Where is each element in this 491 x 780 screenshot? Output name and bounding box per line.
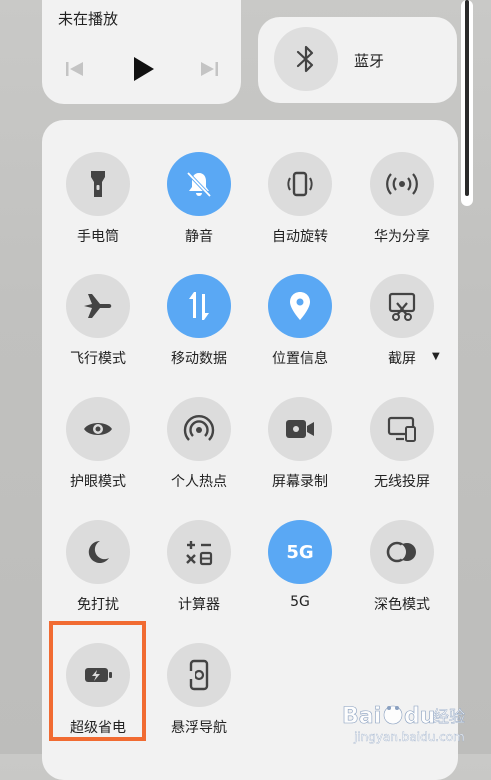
tile-label: 位置信息	[272, 351, 328, 367]
tile-auto-rotate[interactable]: 自动旋转	[255, 152, 345, 246]
next-track-button[interactable]	[194, 54, 224, 84]
tile-do-not-disturb[interactable]: 免打扰	[53, 520, 143, 614]
wireless-projection-toggle[interactable]	[370, 397, 434, 461]
hotspot-toggle[interactable]	[167, 397, 231, 461]
moon-icon	[88, 540, 109, 563]
tile-label: 移动数据	[171, 351, 227, 367]
svg-text:Bai: Bai	[342, 704, 381, 729]
svg-text:经验: 经验	[433, 707, 465, 726]
svg-text:du: du	[404, 704, 435, 729]
calculator-icon	[186, 541, 213, 566]
tile-dark-mode[interactable]: 深色模式	[357, 520, 447, 614]
tile-label: 屏幕录制	[272, 474, 328, 490]
tile-label: 自动旋转	[272, 229, 328, 245]
huawei-share-icon	[386, 173, 418, 195]
dark-mode-toggle[interactable]	[370, 520, 434, 584]
media-status: 未在播放	[58, 10, 119, 28]
tile-label: 计算器	[178, 597, 220, 613]
location-icon	[290, 292, 310, 320]
tile-screen-record[interactable]: 屏幕录制	[255, 397, 345, 491]
auto-rotate-icon	[287, 171, 313, 197]
calculator-toggle[interactable]	[167, 520, 231, 584]
eye-comfort-toggle[interactable]	[66, 397, 130, 461]
screen-record-toggle[interactable]	[268, 397, 332, 461]
skip-next-icon	[201, 62, 218, 76]
baidu-logo-icon: Bai du 经验 jingyan.baidu.com	[342, 704, 466, 744]
screen-record-icon	[286, 420, 314, 438]
play-icon	[134, 57, 154, 81]
5g-toggle[interactable]: 5G	[268, 520, 332, 584]
tile-airplane[interactable]: 飞行模式	[53, 274, 143, 368]
bluetooth-label: 蓝牙	[354, 52, 385, 70]
huawei-share-toggle[interactable]	[370, 152, 434, 216]
bluetooth-toggle[interactable]	[274, 27, 338, 91]
previous-track-button[interactable]	[60, 54, 90, 84]
svg-text:jingyan.baidu.com: jingyan.baidu.com	[353, 730, 465, 744]
floating-nav-toggle[interactable]	[167, 643, 231, 707]
bluetooth-card[interactable]: 蓝牙	[258, 17, 457, 103]
baidu-watermark: Bai du 经验 jingyan.baidu.com	[340, 695, 486, 747]
tile-huawei-share[interactable]: 华为分享	[357, 152, 447, 246]
tile-flashlight[interactable]: 手电筒	[53, 152, 143, 246]
tile-mute[interactable]: 静音	[154, 152, 244, 246]
flashlight-icon	[91, 171, 105, 197]
airplane-toggle[interactable]	[66, 274, 130, 338]
tile-label: 深色模式	[374, 597, 430, 613]
tile-calculator[interactable]: 计算器	[154, 520, 244, 614]
eye-icon	[84, 423, 112, 435]
screenshot-dropdown-icon[interactable]: ▼	[432, 351, 440, 362]
mute-toggle[interactable]	[167, 152, 231, 216]
screenshot-toggle[interactable]	[370, 274, 434, 338]
wireless-projection-icon	[387, 416, 416, 442]
tile-label: 飞行模式	[70, 351, 126, 367]
hotspot-icon	[183, 415, 215, 441]
tile-location[interactable]: 位置信息	[255, 274, 345, 368]
bluetooth-icon	[296, 45, 314, 73]
play-button[interactable]	[128, 54, 158, 84]
tile-hotspot[interactable]: 个人热点	[154, 397, 244, 491]
dark-mode-icon	[386, 541, 416, 563]
tile-wireless-projection[interactable]: 无线投屏	[357, 397, 447, 491]
5g-icon: 5G	[286, 541, 314, 563]
mobile-data-icon	[189, 292, 209, 320]
airplane-icon	[84, 294, 112, 318]
do-not-disturb-toggle[interactable]	[66, 520, 130, 584]
flashlight-toggle[interactable]	[66, 152, 130, 216]
tile-label: 无线投屏	[374, 474, 430, 490]
mobile-data-toggle[interactable]	[167, 274, 231, 338]
bell-mute-icon	[186, 171, 212, 198]
tile-5g[interactable]: 5G 5G	[255, 520, 345, 610]
tile-label: 免打扰	[77, 597, 119, 613]
tile-floating-nav[interactable]: 悬浮导航	[154, 643, 244, 737]
tile-label: 悬浮导航	[171, 720, 227, 736]
location-toggle[interactable]	[268, 274, 332, 338]
screenshot-icon	[388, 292, 416, 321]
tile-label: 华为分享	[374, 229, 430, 245]
tile-label: 护眼模式	[70, 474, 126, 490]
tile-label: 手电筒	[77, 229, 119, 245]
tile-mobile-data[interactable]: 移动数据	[154, 274, 244, 368]
scrollbar-thumb[interactable]	[465, 0, 469, 196]
tile-label: 静音	[185, 229, 213, 245]
highlight-box	[49, 621, 146, 741]
skip-previous-icon	[66, 62, 83, 76]
tile-label: 个人热点	[171, 474, 227, 490]
auto-rotate-toggle[interactable]	[268, 152, 332, 216]
tile-label: 5G	[290, 594, 310, 610]
tile-eye-comfort[interactable]: 护眼模式	[53, 397, 143, 491]
floating-nav-icon	[189, 659, 209, 691]
media-card: 未在播放	[42, 0, 241, 104]
